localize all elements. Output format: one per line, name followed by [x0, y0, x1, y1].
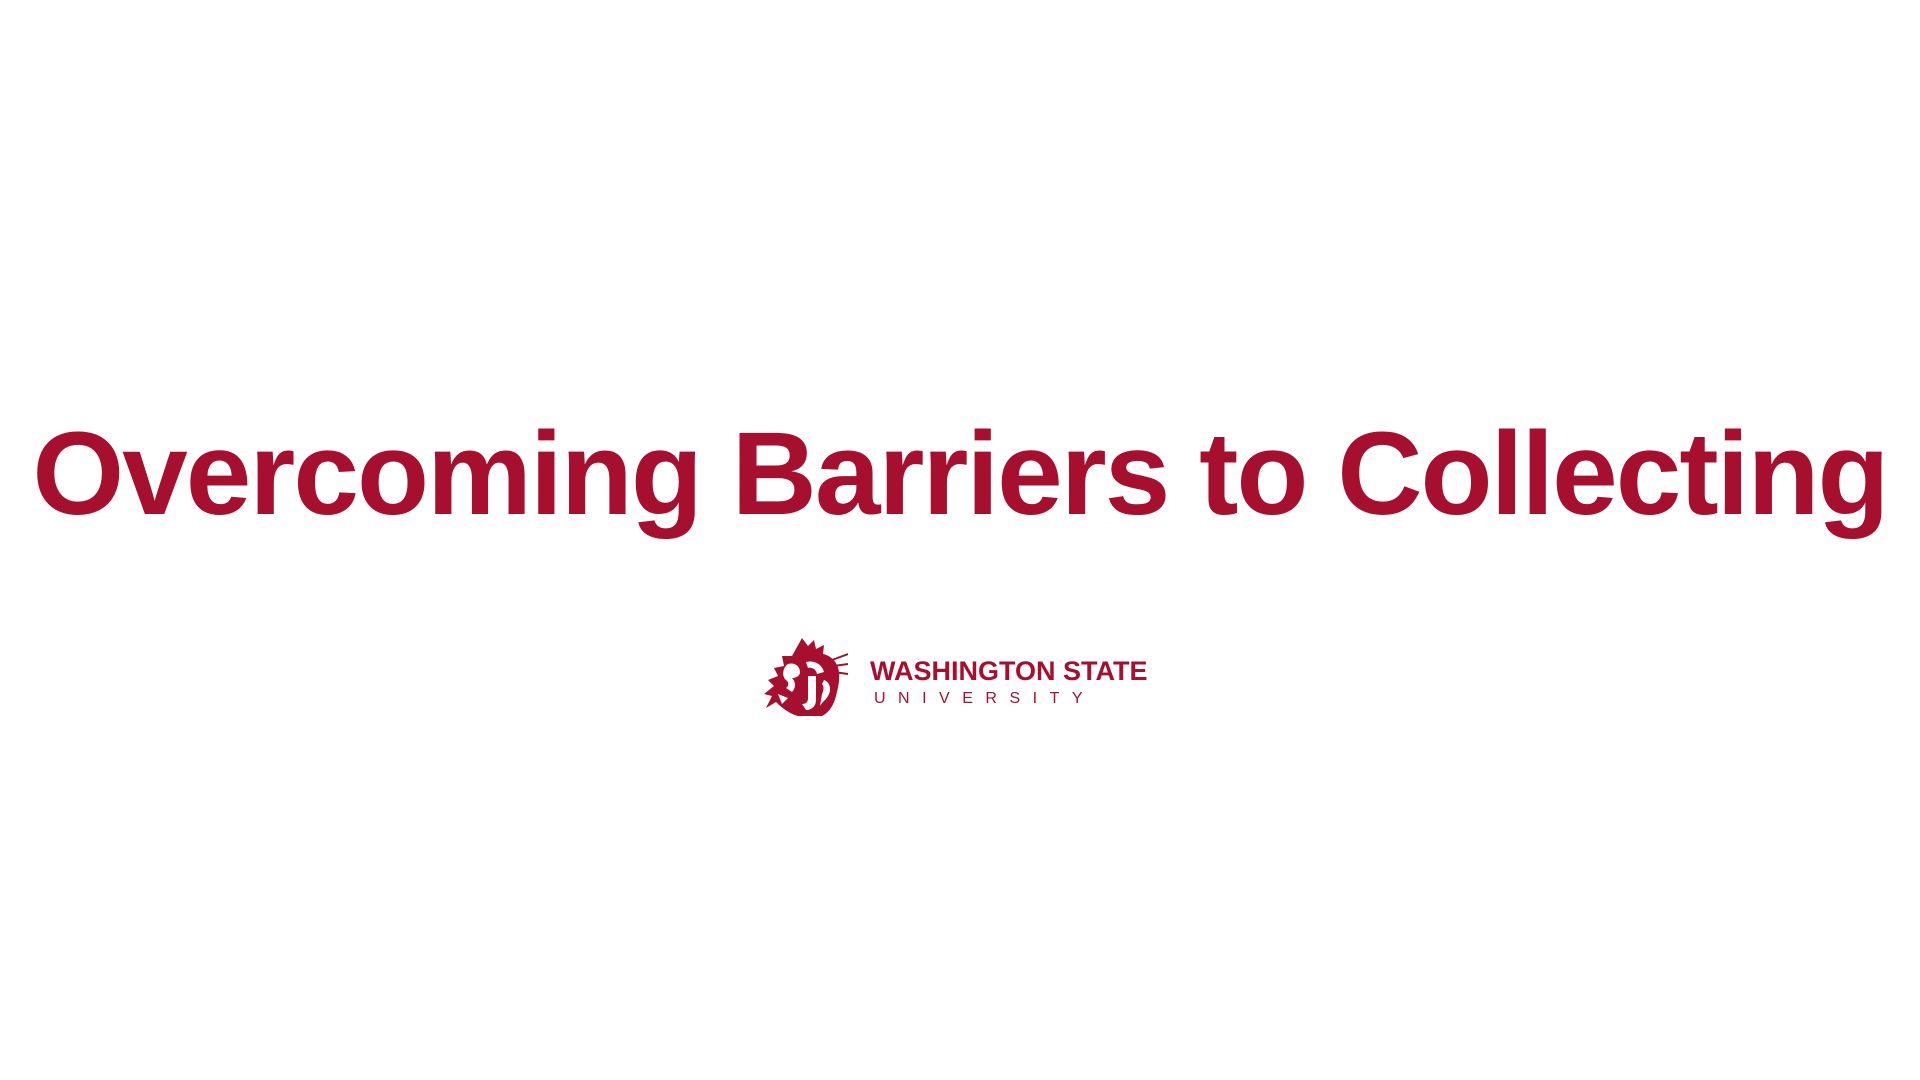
university-wordmark: WASHINGTON STATE UNIVERSITY: [870, 658, 1148, 707]
university-name-line1: WASHINGTON STATE: [870, 656, 1148, 686]
university-name-line2: UNIVERSITY: [874, 690, 1096, 707]
title-slide: Overcoming Barriers to Collecting WASHIN…: [0, 0, 1920, 1080]
slide-title: Overcoming Barriers to Collecting: [32, 408, 1889, 540]
cougar-head-icon: [764, 638, 848, 716]
university-logo: WASHINGTON STATE UNIVERSITY: [762, 636, 1162, 718]
